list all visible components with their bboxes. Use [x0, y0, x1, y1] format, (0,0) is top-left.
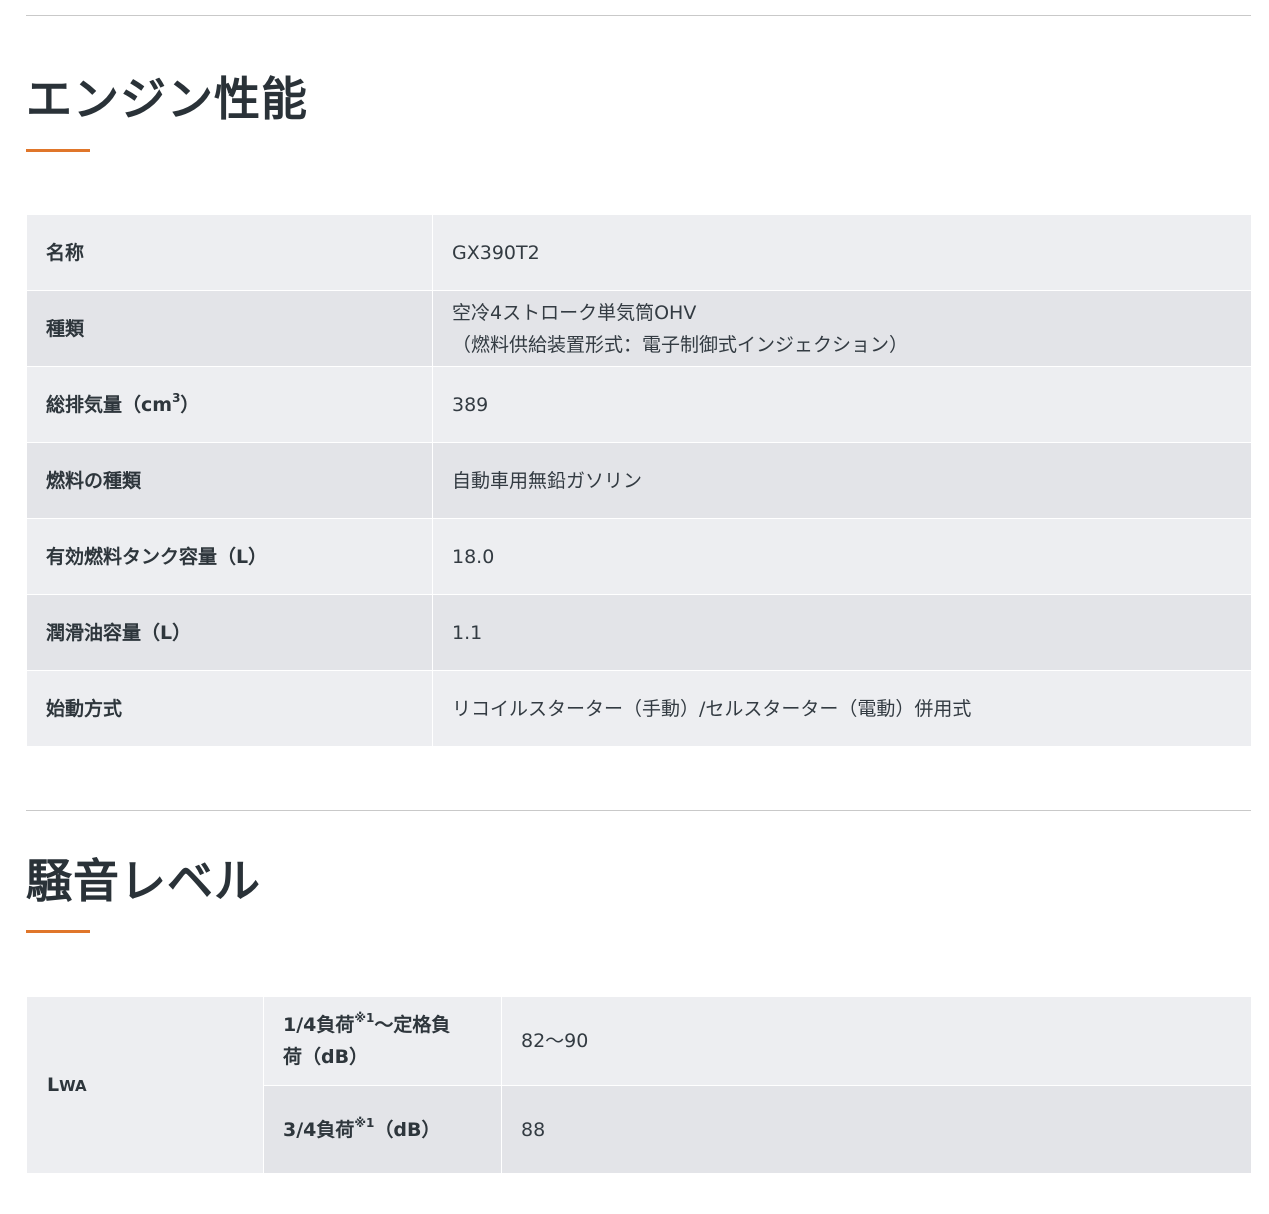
spec-label-text: ）	[180, 393, 200, 416]
engine-section-title: エンジン性能	[26, 72, 308, 126]
footnote-mark: ※1	[354, 1011, 375, 1025]
spec-value: GX390T2	[432, 214, 1252, 291]
table-row: 総排気量（cm3） 389	[26, 366, 1252, 443]
table-row: 始動方式 リコイルスターター（手動）/セルスターター（電動）併用式	[26, 670, 1252, 747]
engine-title-accent	[26, 149, 90, 152]
lwa-group-label: LWA	[26, 996, 264, 1174]
spec-value-line: （燃料供給装置形式：電子制御式インジェクション）	[452, 333, 909, 356]
spec-label: 潤滑油容量（L）	[26, 594, 433, 671]
noise-label: 1/4負荷※1～定格負 荷（dB）	[263, 996, 502, 1086]
top-divider	[26, 15, 1251, 16]
spec-label: 始動方式	[26, 670, 433, 747]
spec-label-text: 総排気量（cm	[46, 393, 173, 416]
spec-label: 燃料の種類	[26, 442, 433, 519]
table-row: 種類 空冷4ストローク単気筒OHV （燃料供給装置形式：電子制御式インジェクショ…	[26, 290, 1252, 367]
spec-value: 1.1	[432, 594, 1252, 671]
table-row: 潤滑油容量（L） 1.1	[26, 594, 1252, 671]
table-row: 名称 GX390T2	[26, 214, 1252, 291]
noise-section-title: 騒音レベル	[26, 854, 261, 908]
noise-value: 88	[501, 1085, 1252, 1174]
noise-label-text: 1/4負荷	[283, 1014, 355, 1036]
spec-value: 空冷4ストローク単気筒OHV （燃料供給装置形式：電子制御式インジェクション）	[432, 290, 1252, 367]
noise-label-text: 3/4負荷	[283, 1118, 355, 1141]
spec-label: 有効燃料タンク容量（L）	[26, 518, 433, 595]
noise-label-text: ～定格負	[374, 1014, 451, 1036]
spec-label: 種類	[26, 290, 433, 367]
spec-label: 総排気量（cm3）	[26, 366, 433, 443]
spec-value: 18.0	[432, 518, 1252, 595]
noise-level-table: LWA 1/4負荷※1～定格負 荷（dB） 82～90 3/4負荷※1（dB） …	[26, 996, 1252, 1174]
noise-label: 3/4負荷※1（dB）	[263, 1085, 502, 1174]
noise-value: 82～90	[501, 996, 1252, 1086]
table-row: 有効燃料タンク容量（L） 18.0	[26, 518, 1252, 595]
noise-label-text: （dB）	[374, 1118, 441, 1141]
engine-spec-table: 名称 GX390T2 種類 空冷4ストローク単気筒OHV （燃料供給装置形式：電…	[26, 214, 1252, 747]
footnote-mark: ※1	[354, 1115, 375, 1130]
noise-label-line: 1/4負荷※1～定格負	[283, 1009, 491, 1041]
spec-value-line: 空冷4ストローク単気筒OHV	[452, 301, 697, 324]
table-row: LWA 1/4負荷※1～定格負 荷（dB） 82～90	[26, 996, 1252, 1174]
spec-value: 389	[432, 366, 1252, 443]
noise-title-accent	[26, 930, 90, 933]
section-divider	[26, 810, 1251, 811]
lwa-sub: WA	[59, 1076, 87, 1095]
spec-value: リコイルスターター（手動）/セルスターター（電動）併用式	[432, 670, 1252, 747]
spec-label: 名称	[26, 214, 433, 291]
spec-value: 自動車用無鉛ガソリン	[432, 442, 1252, 519]
table-row: 燃料の種類 自動車用無鉛ガソリン	[26, 442, 1252, 519]
noise-label-line: 荷（dB）	[283, 1046, 369, 1068]
lwa-main: L	[47, 1073, 60, 1096]
